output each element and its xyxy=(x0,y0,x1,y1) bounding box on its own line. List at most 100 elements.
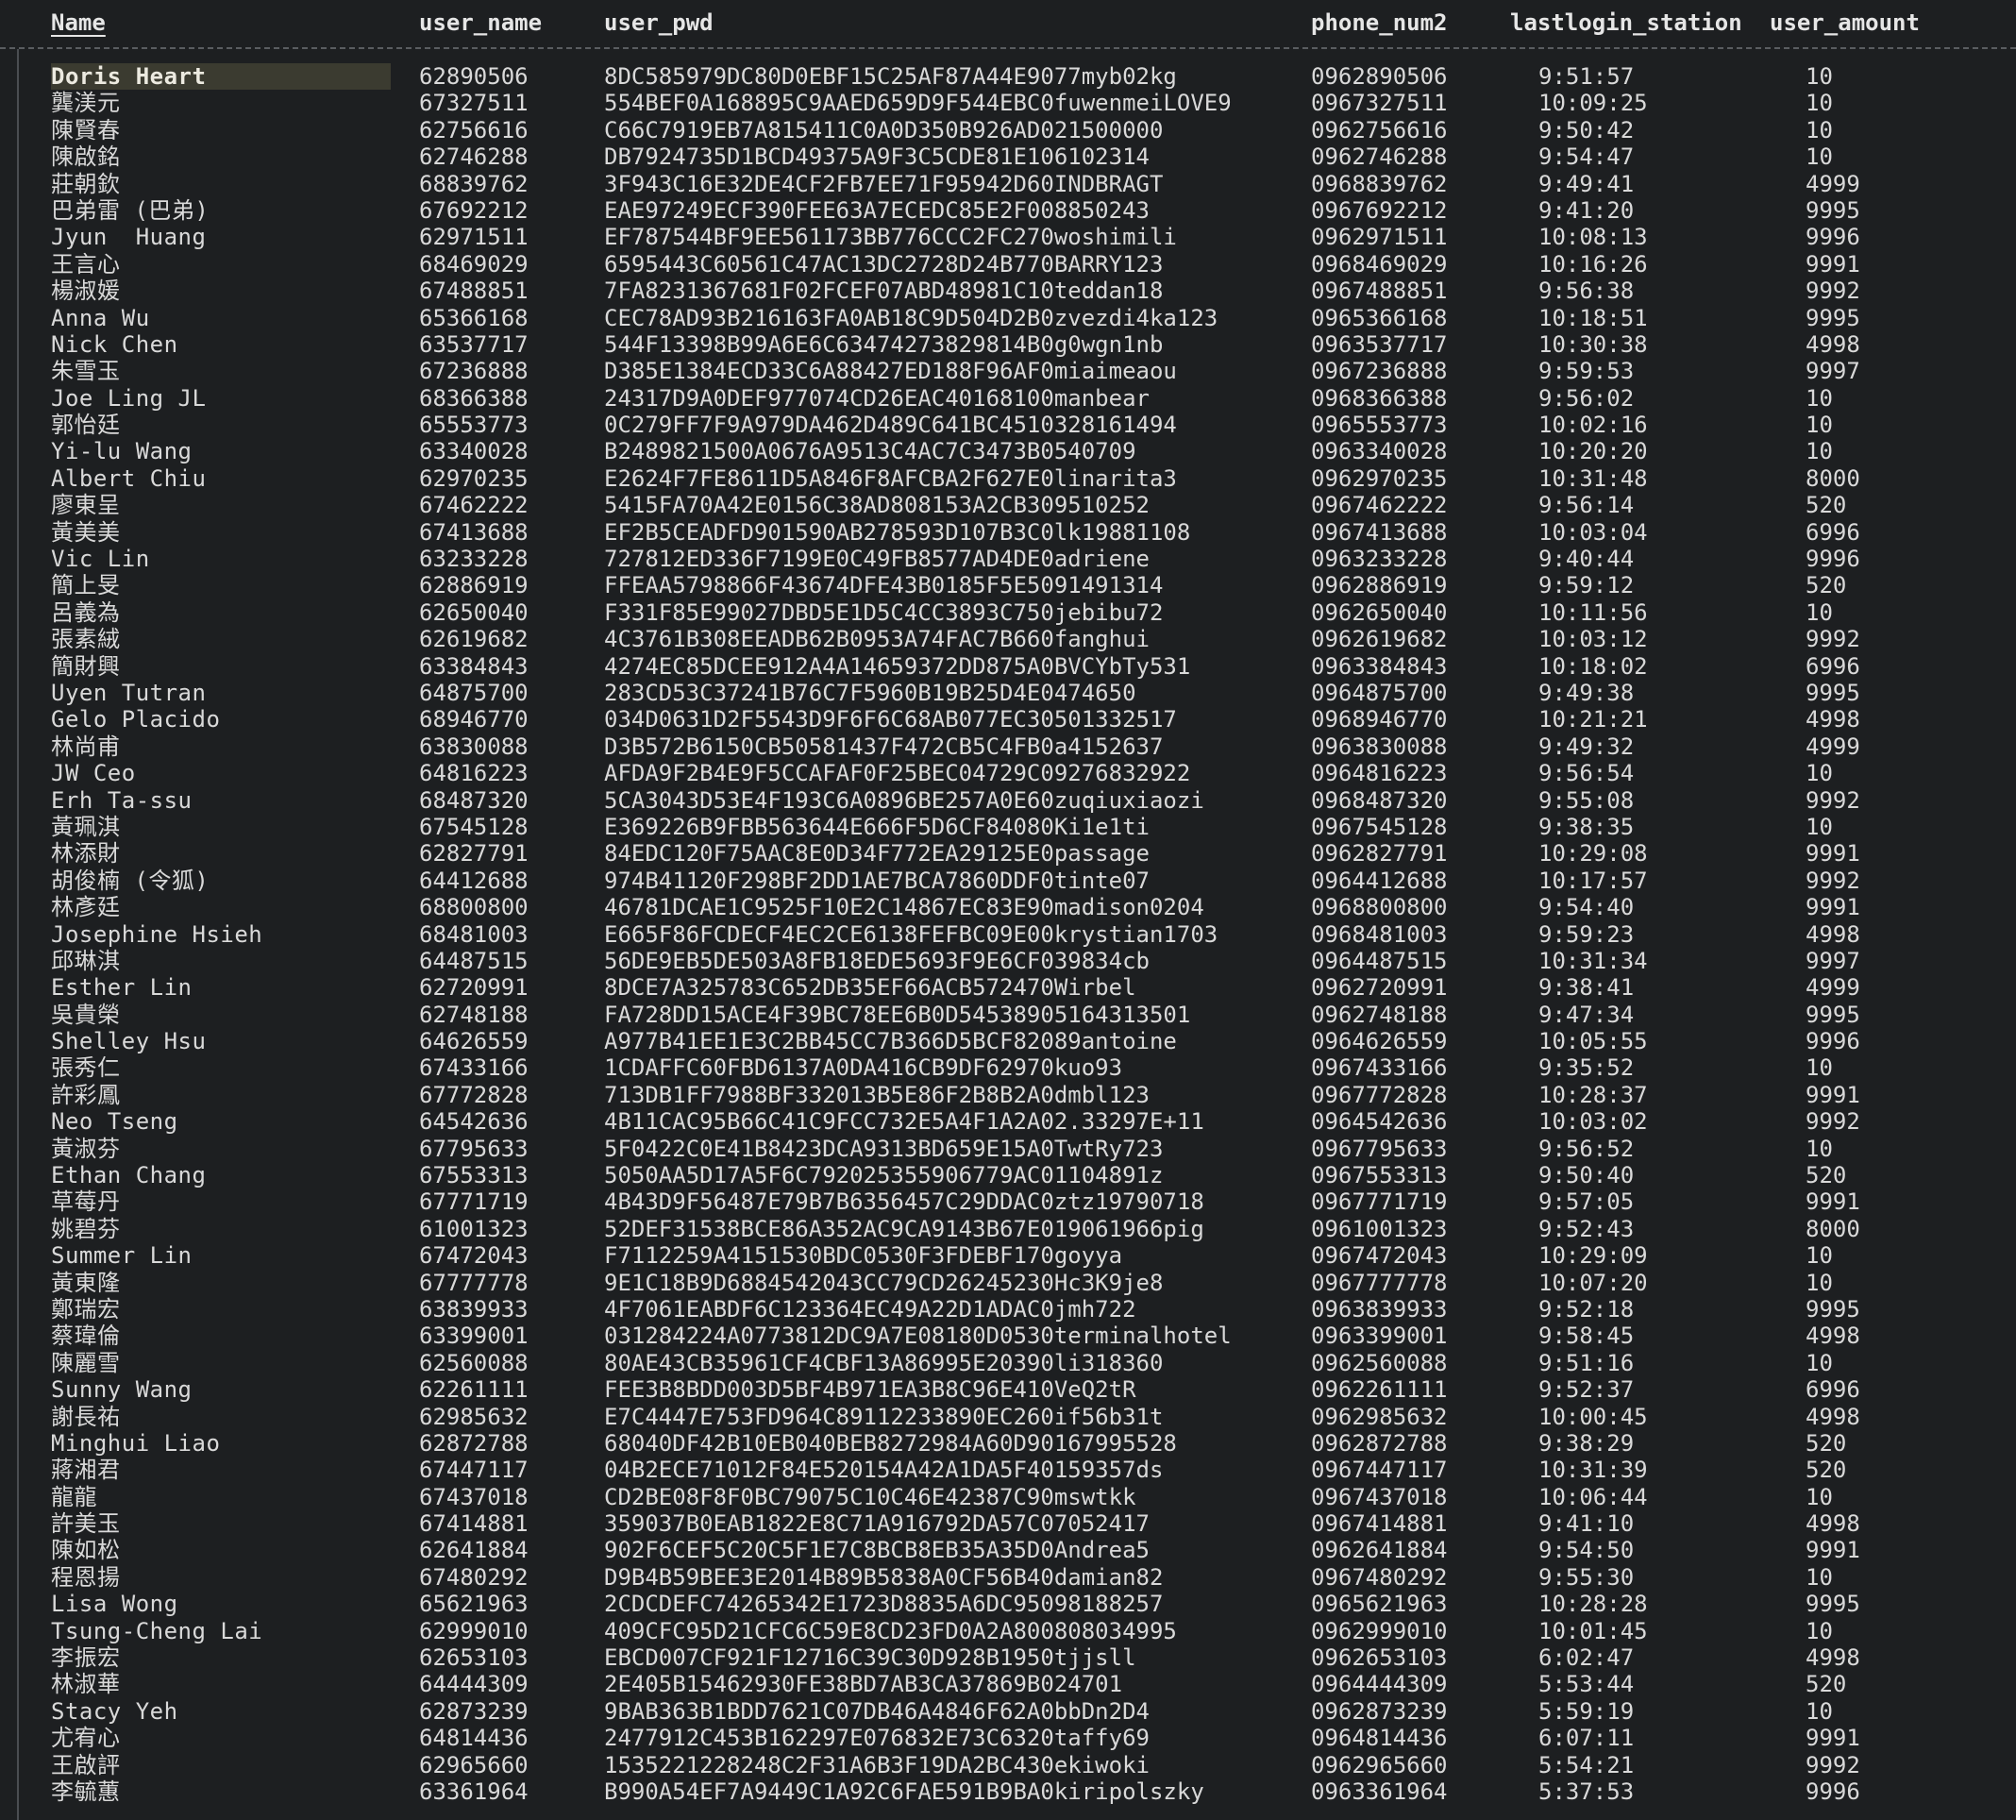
cell-lastlogin-station[interactable]: 9:52:43 xyxy=(1538,1216,1727,1242)
cell-user-pwd[interactable]: B990A54EF7A9449C1A92C6FAE591B9BA0kiripol… xyxy=(604,1778,1265,1805)
cell-name[interactable]: Nick Chen xyxy=(51,331,391,358)
cell-name[interactable]: Neo Tseng xyxy=(51,1108,391,1135)
cell-user-name[interactable]: 62720991 xyxy=(419,974,589,1001)
cell-name[interactable]: Summer Lin xyxy=(51,1242,391,1269)
cell-user-pwd[interactable]: EF2B5CEADFD901590AB278593D107B3C0lk19881… xyxy=(604,519,1265,546)
cell-user-amount[interactable]: 520 xyxy=(1806,1162,1975,1188)
cell-phone-num2[interactable]: 0967777778 xyxy=(1311,1270,1500,1296)
cell-phone-num2[interactable]: 0962756616 xyxy=(1311,117,1500,143)
table-row[interactable]: 李毓蕙 63361964 B990A54EF7A9449C1A92C6FAE591B… xyxy=(0,1778,2016,1805)
table-row[interactable]: 許美玉 67414881 359037B0EAB1822E8C71A916792DA… xyxy=(0,1510,2016,1537)
table-row[interactable]: 張素絨 62619682 4C3761B308EEADB62B0953A74FAC7… xyxy=(0,626,2016,652)
cell-lastlogin-station[interactable]: 9:49:41 xyxy=(1538,171,1727,197)
cell-user-name[interactable]: 62827791 xyxy=(419,840,589,867)
cell-user-name[interactable]: 64542636 xyxy=(419,1108,589,1135)
cell-user-pwd[interactable]: 52DEF31538BCE86A352AC9CA9143B67E01906196… xyxy=(604,1216,1265,1242)
cell-user-pwd[interactable]: 4F7061EABDF6C123364EC49A22D1ADAC0jmh722 xyxy=(604,1296,1265,1323)
cell-name[interactable]: 程恩揚 xyxy=(51,1564,391,1591)
cell-user-amount[interactable]: 9997 xyxy=(1806,358,1975,384)
cell-user-name[interactable]: 62641884 xyxy=(419,1537,589,1563)
cell-phone-num2[interactable]: 0965366168 xyxy=(1311,305,1500,331)
cell-user-name[interactable]: 67433166 xyxy=(419,1054,589,1081)
cell-user-name[interactable]: 68481003 xyxy=(419,921,589,948)
cell-user-pwd[interactable]: D385E1384ECD33C6A88427ED188F96AF0miaimea… xyxy=(604,358,1265,384)
table-row[interactable]: 龔渼元 67327511 554BEF0A168895C9AAED659D9F544… xyxy=(0,90,2016,116)
cell-name[interactable]: 鄭瑞宏 xyxy=(51,1296,391,1323)
table-row[interactable]: 蔡瑋倫 63399001 031284224A0773812DC9A7E08180D… xyxy=(0,1323,2016,1349)
table-row[interactable]: Albert Chiu 62970235 E2624F7FE8611D5A846F8… xyxy=(0,465,2016,492)
cell-phone-num2[interactable]: 0962872788 xyxy=(1311,1430,1500,1457)
cell-user-name[interactable]: 68366388 xyxy=(419,385,589,412)
cell-lastlogin-station[interactable]: 5:59:19 xyxy=(1538,1698,1727,1725)
table-row[interactable]: 邱琳淇 64487515 56DE9EB5DE503A8FB18EDE5693F9E… xyxy=(0,948,2016,974)
cell-user-pwd[interactable]: F7112259A4151530BDC0530F3FDEBF170goyya xyxy=(604,1242,1265,1269)
table-row[interactable]: Vic Lin 63233228 727812ED336F7199E0C49FB85… xyxy=(0,546,2016,572)
cell-phone-num2[interactable]: 0967795633 xyxy=(1311,1136,1500,1162)
table-row[interactable]: Erh Ta-ssu 68487320 5CA3043D53E4F193C6A089… xyxy=(0,787,2016,814)
table-row[interactable]: 許彩鳳 67772828 713DB1FF7988BF332013B5E86F2B8… xyxy=(0,1082,2016,1108)
cell-name[interactable]: Erh Ta-ssu xyxy=(51,787,391,814)
cell-user-amount[interactable]: 9992 xyxy=(1806,626,1975,652)
cell-user-amount[interactable]: 4998 xyxy=(1806,706,1975,733)
table-row[interactable]: 黃美美 67413688 EF2B5CEADFD901590AB278593D107… xyxy=(0,519,2016,546)
cell-user-pwd[interactable]: E2624F7FE8611D5A846F8AFCBA2F627E0linarit… xyxy=(604,465,1265,492)
table-row[interactable]: 陳如松 62641884 902F6CEF5C20C5F1E7C8BCB8EB35A… xyxy=(0,1537,2016,1563)
cell-user-amount[interactable]: 9992 xyxy=(1806,1108,1975,1135)
cell-lastlogin-station[interactable]: 10:21:21 xyxy=(1538,706,1727,733)
cell-user-name[interactable]: 62971511 xyxy=(419,224,589,250)
cell-user-pwd[interactable]: E369226B9FBB563644E666F5D6CF84080Ki1e1ti xyxy=(604,814,1265,840)
cell-phone-num2[interactable]: 0962971511 xyxy=(1311,224,1500,250)
cell-user-amount[interactable]: 9996 xyxy=(1806,1778,1975,1805)
cell-user-name[interactable]: 63233228 xyxy=(419,546,589,572)
cell-user-name[interactable]: 67236888 xyxy=(419,358,589,384)
cell-user-name[interactable]: 64816223 xyxy=(419,760,589,786)
cell-phone-num2[interactable]: 0964542636 xyxy=(1311,1108,1500,1135)
cell-name[interactable]: 簡上旻 xyxy=(51,572,391,598)
table-row[interactable]: 簡財興 63384843 4274EC85DCEE912A4A14659372DD8… xyxy=(0,653,2016,680)
cell-name[interactable]: Doris Heart xyxy=(51,63,391,91)
cell-name[interactable]: 楊淑媛 xyxy=(51,278,391,304)
cell-user-name[interactable]: 64875700 xyxy=(419,680,589,706)
cell-lastlogin-station[interactable]: 9:59:23 xyxy=(1538,921,1727,948)
cell-user-name[interactable]: 63384843 xyxy=(419,653,589,680)
cell-phone-num2[interactable]: 0967772828 xyxy=(1311,1082,1500,1108)
table-row[interactable]: 簡上旻 62886919 FFEAA5798866F43674DFE43B0185F… xyxy=(0,572,2016,598)
cell-user-amount[interactable]: 520 xyxy=(1806,1671,1975,1697)
cell-lastlogin-station[interactable]: 9:35:52 xyxy=(1538,1054,1727,1081)
table-row[interactable]: Joe Ling JL 68366388 24317D9A0DEF977074CD2… xyxy=(0,385,2016,412)
cell-user-pwd[interactable]: 031284224A0773812DC9A7E08180D0530termina… xyxy=(604,1323,1265,1349)
cell-user-pwd[interactable]: 8DC585979DC80D0EBF15C25AF87A44E9077myb02… xyxy=(604,63,1265,90)
cell-user-name[interactable]: 67777778 xyxy=(419,1270,589,1296)
cell-name[interactable]: 林彥廷 xyxy=(51,894,391,920)
cell-name[interactable]: Joe Ling JL xyxy=(51,385,391,412)
cell-user-pwd[interactable]: EAE97249ECF390FEE63A7ECEDC85E2F008850243 xyxy=(604,197,1265,224)
cell-user-pwd[interactable]: 4C3761B308EEADB62B0953A74FAC7B660fanghui xyxy=(604,626,1265,652)
cell-name[interactable]: Josephine Hsieh xyxy=(51,921,391,948)
cell-user-pwd[interactable]: 554BEF0A168895C9AAED659D9F544EBC0fuwenme… xyxy=(604,90,1265,116)
cell-user-pwd[interactable]: 80AE43CB35961CF4CBF13A86995E20390li31836… xyxy=(604,1350,1265,1376)
cell-user-name[interactable]: 63830088 xyxy=(419,733,589,760)
cell-user-name[interactable]: 68469029 xyxy=(419,251,589,278)
cell-name[interactable]: 李振宏 xyxy=(51,1644,391,1671)
cell-user-amount[interactable]: 10 xyxy=(1806,1270,1975,1296)
cell-user-amount[interactable]: 520 xyxy=(1806,572,1975,598)
table-row[interactable]: Anna Wu 65366168 CEC78AD93B216163FA0AB18C9… xyxy=(0,305,2016,331)
cell-user-amount[interactable]: 9997 xyxy=(1806,948,1975,974)
cell-user-amount[interactable]: 9991 xyxy=(1806,251,1975,278)
cell-lastlogin-station[interactable]: 10:07:20 xyxy=(1538,1270,1727,1296)
cell-user-amount[interactable]: 10 xyxy=(1806,1350,1975,1376)
cell-lastlogin-station[interactable]: 9:51:57 xyxy=(1538,63,1727,90)
cell-user-pwd[interactable]: EF787544BF9EE561173BB776CCC2FC270woshimi… xyxy=(604,224,1265,250)
column-header-user-amount[interactable]: user_amount xyxy=(1770,8,1920,38)
cell-name[interactable]: 姚碧芬 xyxy=(51,1216,391,1242)
cell-user-pwd[interactable]: D9B4B59BEE3E2014B89B5838A0CF56B40damian8… xyxy=(604,1564,1265,1591)
cell-user-pwd[interactable]: C66C7919EB7A815411C0A0D350B926AD02150000… xyxy=(604,117,1265,143)
cell-phone-num2[interactable]: 0962720991 xyxy=(1311,974,1500,1001)
cell-user-name[interactable]: 62886919 xyxy=(419,572,589,598)
cell-user-amount[interactable]: 4998 xyxy=(1806,1404,1975,1430)
cell-user-name[interactable]: 67795633 xyxy=(419,1136,589,1162)
table-row[interactable]: 草莓丹 67771719 4B43D9F56487E79B7B6356457C29D… xyxy=(0,1188,2016,1215)
column-header-user-name[interactable]: user_name xyxy=(419,8,542,38)
table-row[interactable]: 蔣湘君 67447117 04B2ECE71012F84E520154A42A1DA… xyxy=(0,1457,2016,1483)
cell-user-name[interactable]: 67462222 xyxy=(419,492,589,518)
